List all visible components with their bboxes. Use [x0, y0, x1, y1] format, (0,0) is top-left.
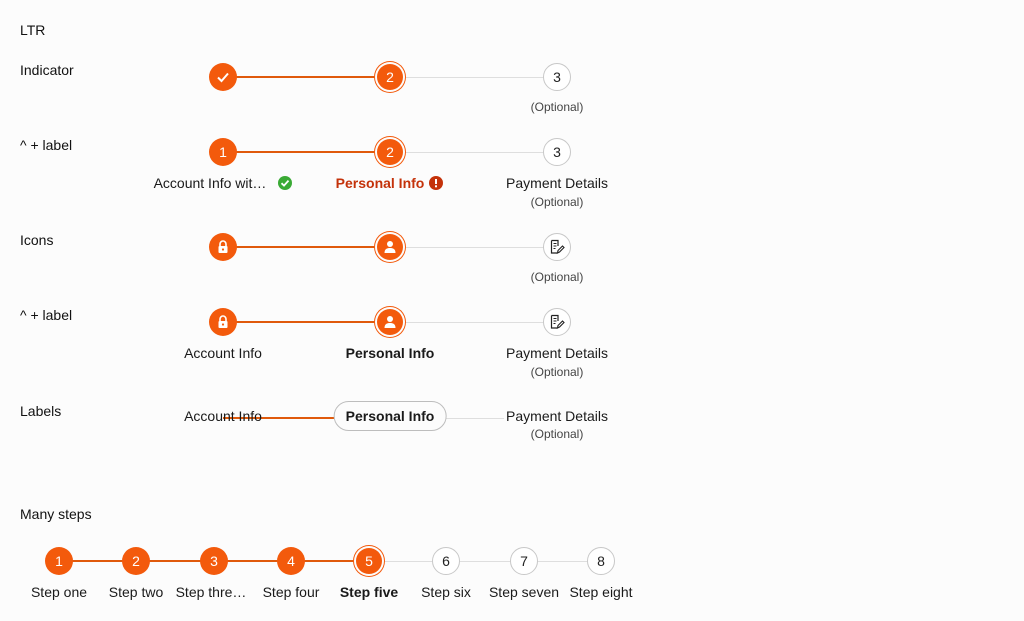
step-2-label-current[interactable]: Personal Info — [333, 401, 447, 431]
step-1-label[interactable]: Account Info wit… — [154, 175, 267, 191]
lock-icon — [218, 315, 228, 328]
many-step-1-label[interactable]: Step one — [31, 584, 87, 600]
step-1-complete[interactable] — [209, 63, 237, 91]
many-step-4-label[interactable]: Step four — [263, 584, 320, 600]
step-1-complete[interactable] — [209, 308, 237, 336]
document-edit-icon — [550, 239, 565, 254]
step-2-label-error[interactable]: Personal Info — [336, 175, 425, 191]
many-step-8-label[interactable]: Step eight — [569, 584, 632, 600]
many-step-1[interactable]: 1 — [45, 547, 73, 575]
step-3-label[interactable]: Payment Details — [506, 175, 608, 191]
step-3-optional: (Optional) — [530, 365, 584, 379]
many-step-2-label[interactable]: Step two — [109, 584, 163, 600]
user-icon — [384, 241, 396, 253]
lock-icon — [218, 240, 228, 253]
step-connector-pending — [390, 322, 557, 323]
step-connector-pending — [390, 152, 557, 153]
checkmark-icon — [217, 72, 229, 83]
step-2-current[interactable] — [377, 309, 403, 335]
step-2-current[interactable] — [377, 234, 403, 260]
many-step-5-current[interactable]: 5 — [356, 548, 382, 574]
many-step-7-label[interactable]: Step seven — [489, 584, 559, 600]
row-title-labels: Labels — [20, 403, 62, 419]
step-3-optional: (Optional) — [530, 195, 584, 209]
step-3-pending[interactable] — [543, 233, 571, 261]
step-connector-pending — [390, 247, 557, 248]
section-title-many-steps: Many steps — [20, 506, 92, 522]
step-2-label[interactable]: Personal Info — [346, 345, 435, 361]
success-check-icon — [278, 176, 292, 195]
step-2-current[interactable]: 2 — [377, 64, 403, 90]
step-connector-pending — [369, 561, 601, 562]
step-3-pending[interactable] — [543, 308, 571, 336]
step-1-complete[interactable]: 1 — [209, 138, 237, 166]
step-3-label[interactable]: Payment Details — [506, 345, 608, 361]
step-1-label[interactable]: Account Info — [184, 408, 262, 424]
step-3-optional: (Optional) — [530, 270, 584, 284]
row-title-indicator-label: ^ + label — [20, 137, 73, 153]
step-3-optional: (Optional) — [530, 100, 584, 114]
row-title-icons-label: ^ + label — [20, 307, 73, 323]
step-connector-complete — [223, 76, 390, 78]
many-step-8[interactable]: 8 — [587, 547, 615, 575]
many-step-3-label[interactable]: Step thre… — [176, 584, 247, 600]
many-step-6[interactable]: 6 — [432, 547, 460, 575]
many-step-7[interactable]: 7 — [510, 547, 538, 575]
error-alert-icon — [429, 176, 443, 195]
step-3-pending[interactable]: 3 — [543, 138, 571, 166]
many-step-3[interactable]: 3 — [200, 547, 228, 575]
step-2-current[interactable]: 2 — [377, 139, 403, 165]
user-icon — [384, 316, 396, 328]
row-title-icons: Icons — [20, 232, 54, 248]
document-edit-icon — [550, 314, 565, 329]
step-connector-complete — [223, 151, 390, 153]
many-step-6-label[interactable]: Step six — [421, 584, 471, 600]
step-3-label[interactable]: Payment Details — [504, 408, 610, 424]
step-connector-complete — [223, 321, 390, 323]
many-step-5-label[interactable]: Step five — [340, 584, 398, 600]
step-1-label[interactable]: Account Info — [184, 345, 262, 361]
row-title-indicator: Indicator — [20, 62, 74, 78]
step-1-complete[interactable] — [209, 233, 237, 261]
many-step-4[interactable]: 4 — [277, 547, 305, 575]
many-step-2[interactable]: 2 — [122, 547, 150, 575]
step-3-optional: (Optional) — [530, 427, 584, 441]
step-connector-pending — [390, 77, 557, 78]
step-connector-complete — [223, 246, 390, 248]
section-title-ltr: LTR — [20, 22, 46, 38]
step-3-pending[interactable]: 3 — [543, 63, 571, 91]
